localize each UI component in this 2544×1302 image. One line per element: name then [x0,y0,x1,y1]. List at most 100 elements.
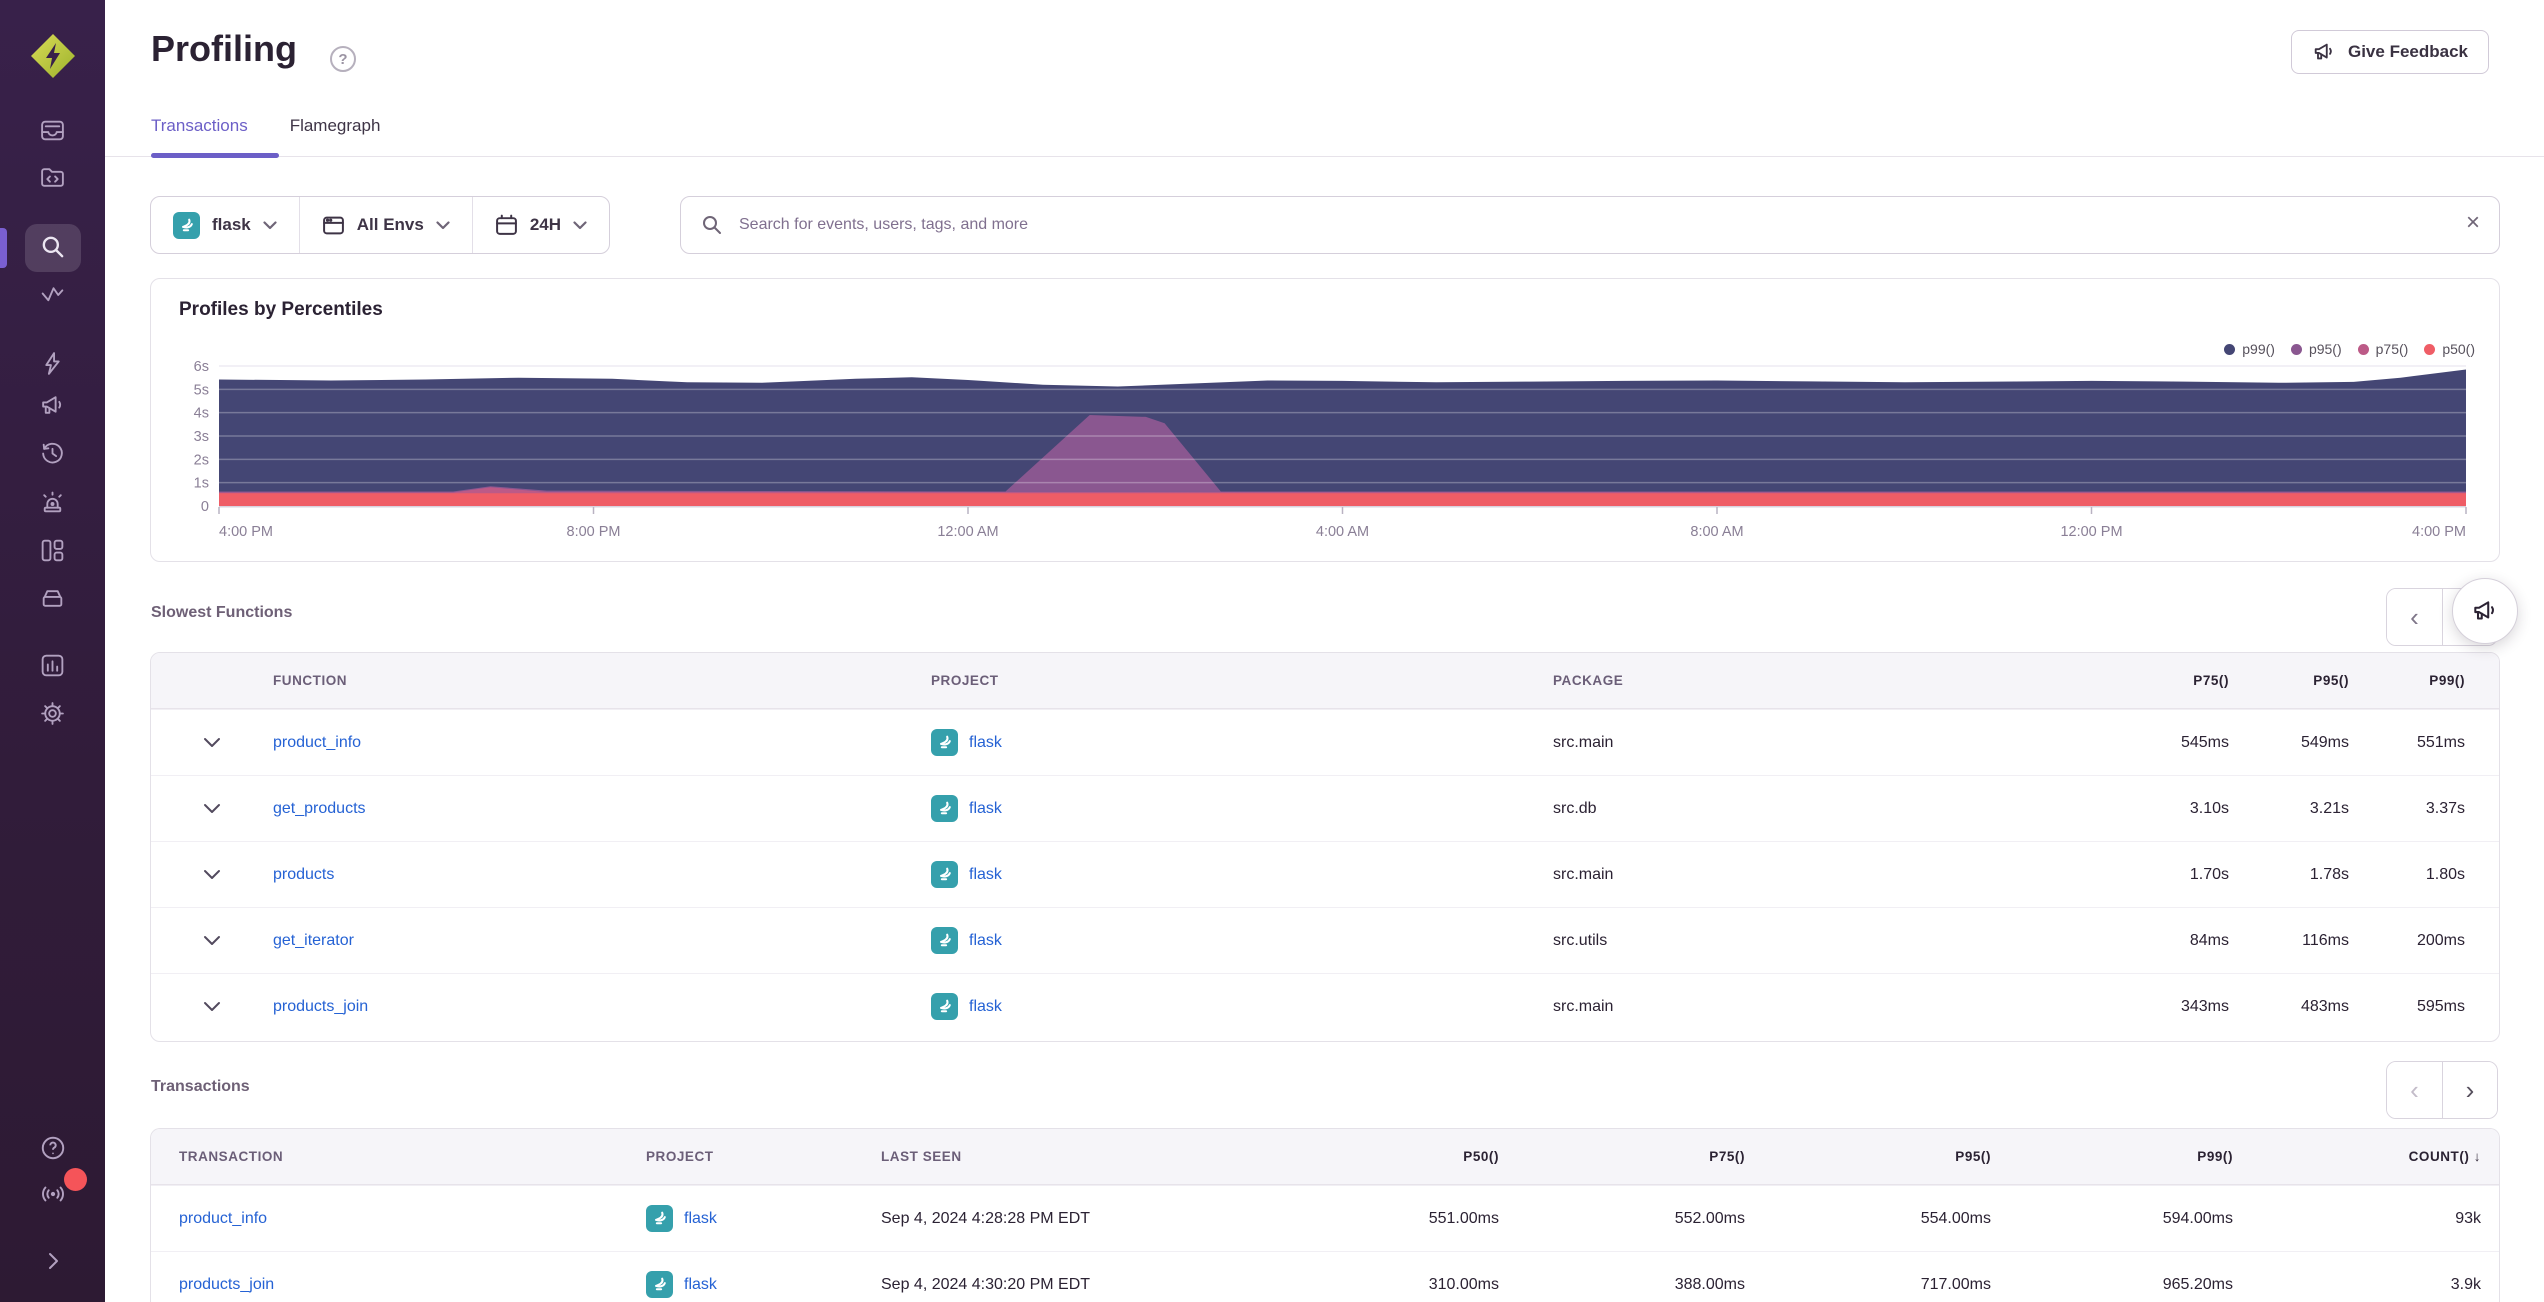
expand-row-button[interactable] [151,803,273,814]
date-range-filter[interactable]: 24H [471,197,609,253]
legend-label: p99() [2242,341,2275,357]
p50-cell: 551.00ms [1428,1209,1499,1227]
sidebar-item-dashboards[interactable] [0,537,105,564]
tab-transactions[interactable]: Transactions [151,116,248,158]
svg-text:2s: 2s [194,452,209,468]
sidebar-item-replays[interactable] [0,440,105,467]
close-icon[interactable]: × [2466,209,2480,237]
count-cell: 3.9k [2450,1275,2481,1293]
flask-project-icon [931,729,958,756]
function-link[interactable]: products [273,866,931,884]
sidebar-item-discover[interactable] [0,585,105,612]
legend-item-p50[interactable]: p50() [2424,341,2475,357]
megaphone-icon [2314,43,2332,60]
project-link[interactable]: flask [969,998,1002,1016]
chevron-down-icon [436,220,450,230]
sidebar-item-stats[interactable] [0,652,105,679]
transactions-header-row: TRANSACTION PROJECT LAST SEEN P50() P75(… [151,1129,2499,1185]
chevron-down-icon [204,804,220,813]
legend-dot [2357,343,2369,355]
next-page-button[interactable]: › [2442,1062,2497,1118]
col-p95[interactable]: P95() [2229,673,2349,688]
col-p99[interactable]: P99() [1991,1149,2233,1164]
col-p99[interactable]: P99() [2349,673,2465,688]
sidebar-item-whats-new[interactable] [0,1180,105,1208]
transaction-link[interactable]: product_info [179,1210,646,1228]
project-link[interactable]: flask [969,866,1002,884]
calendar-icon [495,214,517,235]
legend-dot [2424,343,2436,355]
tab-flamegraph[interactable]: Flamegraph [290,116,381,158]
col-count[interactable]: COUNT() ↓ [2233,1149,2481,1164]
project-link[interactable]: flask [684,1276,717,1294]
give-feedback-label: Give Feedback [2347,42,2468,61]
project-link[interactable]: flask [969,800,1002,818]
project-link[interactable]: flask [969,932,1002,950]
megaphone-icon [42,396,62,414]
sidebar-item-performance[interactable] [0,350,105,377]
p95-cell: 549ms [2300,733,2349,751]
function-link[interactable]: get_iterator [273,932,931,950]
page-help-icon[interactable]: ? [330,46,356,72]
sidebar-collapse[interactable] [0,1248,105,1274]
give-feedback-button[interactable]: Give Feedback [2290,30,2489,74]
prev-page-button[interactable]: ‹ [2387,1062,2442,1118]
package-cell: src.main [1553,865,1614,883]
flask-project-icon [646,1271,673,1298]
search-input[interactable] [680,196,2500,254]
legend-label: p95() [2308,341,2342,357]
zigzag-trace-icon [41,287,64,302]
chart-title: Profiles by Percentiles [179,299,383,320]
legend-item-p99[interactable]: p99() [2224,341,2275,357]
p99-cell: 3.37s [2425,799,2465,817]
sidebar-item-projects[interactable] [0,164,105,191]
function-link[interactable]: product_info [273,734,931,752]
sidebar-item-settings[interactable] [0,700,105,727]
expand-row-button[interactable] [151,1001,273,1012]
table-row: product_info flask src.main 545ms 549ms … [151,709,2499,775]
flask-project-icon [931,927,958,954]
col-p75[interactable]: P75() [2109,673,2229,688]
function-link[interactable]: products_join [273,998,931,1016]
svg-text:4:00 PM: 4:00 PM [219,524,273,540]
sidebar-item-explore[interactable] [0,233,105,261]
project-filter[interactable]: flask [151,197,299,253]
profiles-by-percentiles-panel: Profiles by Percentiles p99() p95() p75(… [150,278,2500,562]
col-p95[interactable]: P95() [1745,1149,1991,1164]
p75-cell: 388.00ms [1674,1275,1745,1293]
package-cell: src.main [1553,733,1614,751]
expand-row-button[interactable] [151,935,273,946]
flask-project-icon [646,1205,673,1232]
function-link[interactable]: get_products [273,800,931,818]
expand-row-button[interactable] [151,737,273,748]
percentiles-chart[interactable]: 4:00 PM 8:00 PM 12:00 AM 4:00 AM 8:00 AM 12:0… [161,356,2481,548]
environment-filter[interactable]: All Envs [298,197,472,253]
search-icon [42,236,63,258]
legend-item-p75[interactable]: p75() [2357,341,2408,357]
floating-feedback-button[interactable] [2452,578,2518,644]
table-row: product_info flask Sep 4, 2024 4:28:28 P… [151,1185,2499,1251]
flask-project-icon [931,993,958,1020]
svg-text:3s: 3s [194,429,209,445]
p99-cell: 594.00ms [2162,1209,2233,1227]
app-logo[interactable] [0,32,105,80]
p99-cell: 551ms [2416,733,2465,751]
col-project: PROJECT [931,673,999,688]
project-link[interactable]: flask [969,734,1002,752]
sidebar-item-issues[interactable] [0,117,105,144]
count-cell: 93k [2455,1209,2481,1227]
col-p50[interactable]: P50() [1249,1149,1499,1164]
tabs-divider [105,156,2544,157]
active-tab-underline [151,153,279,158]
sidebar-item-help[interactable] [0,1134,105,1162]
sidebar-item-alerts[interactable] [0,490,105,517]
project-link[interactable]: flask [684,1210,717,1228]
sidebar-item-feedback[interactable] [0,392,105,419]
prev-page-button[interactable]: ‹ [2387,589,2442,645]
p95-cell: 3.21s [2309,799,2349,817]
transaction-link[interactable]: products_join [179,1276,646,1294]
col-p75[interactable]: P75() [1499,1149,1745,1164]
sidebar-item-traces[interactable] [0,281,105,308]
expand-row-button[interactable] [151,869,273,880]
legend-item-p95[interactable]: p95() [2290,341,2342,357]
